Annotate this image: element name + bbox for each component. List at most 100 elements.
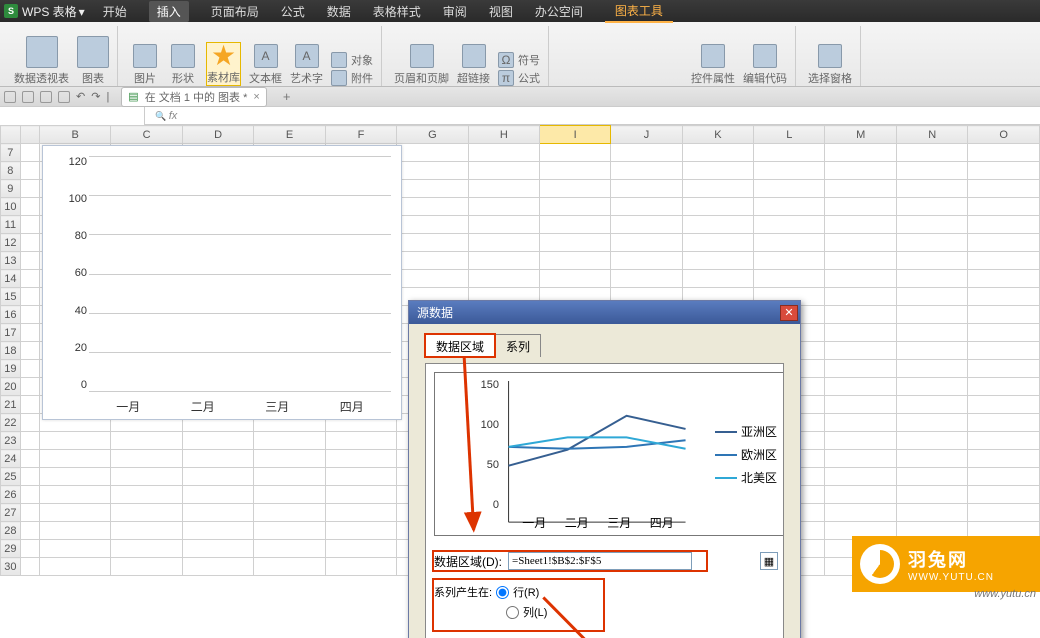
tab-table-style[interactable]: 表格样式: [373, 3, 421, 20]
hyperlink-button[interactable]: 超链接: [457, 44, 490, 86]
doc-icon: ▤: [128, 90, 138, 103]
document-tab[interactable]: ▤ 在 文档 1 中的 图表 *: [121, 87, 267, 107]
name-box[interactable]: [0, 107, 145, 125]
main-tabs: 开始 插入 页面布局 公式 数据 表格样式 审阅 视图 办公空间 图表工具: [103, 0, 673, 22]
hyperlink-label: 超链接: [457, 70, 490, 86]
watermark-logo-icon: [860, 544, 900, 584]
symbol-icon: Ω: [498, 52, 514, 68]
watermark-url: WWW.YUTU.CN: [908, 572, 994, 583]
radio-cols[interactable]: [506, 606, 519, 619]
source-data-dialog: 源数据 ✕ 数据区域 系列 150100500 一月二月三月四月 亚洲区欧洲区北…: [408, 300, 801, 638]
object-icon: [331, 52, 347, 68]
quick-access-bar: ↶ ↷ | ▤在 文档 1 中的 图表 * +: [0, 87, 1040, 107]
pivot-table-icon: [26, 36, 58, 68]
control-prop-icon: [701, 44, 725, 68]
symbol-button[interactable]: Ω符号: [498, 52, 540, 68]
attach-label: 附件: [351, 70, 373, 86]
formula-input[interactable]: [187, 108, 1040, 123]
edit-code-icon: [753, 44, 777, 68]
dialog-title-text: 源数据: [417, 304, 453, 321]
bar-x-axis: 一月二月三月四月: [91, 398, 389, 415]
picture-label: 图片: [134, 70, 156, 86]
watermark-banner: 羽兔网 WWW.YUTU.CN: [852, 536, 1040, 592]
open-icon[interactable]: [22, 91, 34, 103]
textbox-icon: A: [254, 44, 278, 68]
control-prop-button[interactable]: 控件属性: [691, 44, 735, 86]
symbol-label: 符号: [518, 52, 540, 68]
app-logo-icon: S: [4, 4, 18, 18]
textbox-label: 文本框: [249, 70, 282, 86]
gallery-label: 素材库: [207, 69, 240, 85]
bar-y-axis: 120100806040200: [47, 156, 87, 391]
attach-button[interactable]: 附件: [331, 70, 373, 86]
equation-button[interactable]: π公式: [498, 70, 540, 86]
worksheet[interactable]: BCDEFGHIJKLMNO78910111213141516171819202…: [0, 125, 1040, 638]
header-footer-label: 页眉和页脚: [394, 70, 449, 86]
hyperlink-icon: [462, 44, 486, 68]
embedded-bar-chart[interactable]: 120100806040200 一月二月三月四月: [42, 145, 402, 420]
range-picker-icon[interactable]: ▦: [760, 552, 778, 570]
tab-page-layout[interactable]: 页面布局: [211, 3, 259, 20]
fx-label[interactable]: [145, 110, 187, 122]
series-in-label: 系列产生在:: [434, 584, 492, 600]
chart-button[interactable]: 图表: [77, 36, 109, 86]
tab-series[interactable]: 系列: [495, 334, 541, 357]
picture-button[interactable]: 图片: [130, 44, 160, 86]
gallery-button[interactable]: ★ 素材库: [206, 42, 241, 86]
tab-insert[interactable]: 插入: [149, 1, 189, 22]
radio-rows-label: 行(R): [513, 584, 539, 600]
watermark-shadow-text: www.yutu.cn: [974, 588, 1036, 600]
app-name[interactable]: WPS 表格: [22, 3, 85, 20]
tab-data[interactable]: 数据: [327, 3, 351, 20]
ribbon: 数据透视表 图表 图片 形状 ★ 素材库 A 文本框 A艺术字 对象 附件 页眉和页…: [0, 22, 1040, 87]
tab-formula[interactable]: 公式: [281, 3, 305, 20]
tab-office-space[interactable]: 办公空间: [535, 3, 583, 20]
wordart-icon: A: [295, 44, 319, 68]
selection-pane-label: 选择窗格: [808, 70, 852, 86]
dialog-tabs: 数据区域 系列: [425, 334, 784, 357]
shapes-button[interactable]: 形状: [168, 44, 198, 86]
equation-icon: π: [498, 70, 514, 86]
selection-pane-icon: [818, 44, 842, 68]
dialog-titlebar[interactable]: 源数据 ✕: [409, 301, 800, 324]
redo-icon[interactable]: ↷: [91, 90, 100, 103]
tab-view[interactable]: 视图: [489, 3, 513, 20]
watermark-brand: 羽兔网: [908, 546, 994, 572]
undo-icon[interactable]: ↶: [76, 90, 85, 103]
header-footer-icon: [410, 44, 434, 68]
tab-review[interactable]: 审阅: [443, 3, 467, 20]
tab-chart-tools[interactable]: 图表工具: [605, 0, 673, 23]
save-icon[interactable]: [40, 91, 52, 103]
radio-cols-label: 列(L): [523, 604, 547, 620]
equation-label: 公式: [518, 70, 540, 86]
attach-icon: [331, 70, 347, 86]
textbox-button[interactable]: A 文本框: [249, 44, 282, 86]
header-footer-button[interactable]: 页眉和页脚: [394, 44, 449, 86]
pivot-table-label: 数据透视表: [14, 70, 69, 86]
tab-home[interactable]: 开始: [103, 3, 127, 20]
title-bar: S WPS 表格 开始 插入 页面布局 公式 数据 表格样式 审阅 视图 办公空…: [0, 0, 1040, 22]
edit-code-button[interactable]: 编辑代码: [743, 44, 787, 86]
dialog-close-button[interactable]: ✕: [780, 305, 798, 321]
object-button[interactable]: 对象: [331, 52, 373, 68]
chart-icon: [77, 36, 109, 68]
tab-data-range[interactable]: 数据区域: [425, 334, 495, 357]
new-tab-button[interactable]: +: [283, 89, 291, 104]
edit-code-label: 编辑代码: [743, 70, 787, 86]
new-icon[interactable]: [4, 91, 16, 103]
shapes-label: 形状: [172, 70, 194, 86]
print-icon[interactable]: [58, 91, 70, 103]
formula-bar: [0, 107, 1040, 125]
pivot-table-button[interactable]: 数据透视表: [14, 36, 69, 86]
star-icon: ★: [212, 43, 236, 67]
control-prop-label: 控件属性: [691, 70, 735, 86]
document-tab-label: 在 文档 1 中的 图表 *: [145, 89, 248, 105]
radio-rows[interactable]: [496, 586, 509, 599]
wordart-button[interactable]: A艺术字: [290, 44, 323, 86]
selection-pane-button[interactable]: 选择窗格: [808, 44, 852, 86]
data-range-input[interactable]: [508, 552, 692, 570]
data-range-label: 数据区域(D):: [434, 553, 502, 570]
object-label: 对象: [351, 52, 373, 68]
picture-icon: [133, 44, 157, 68]
shapes-icon: [171, 44, 195, 68]
